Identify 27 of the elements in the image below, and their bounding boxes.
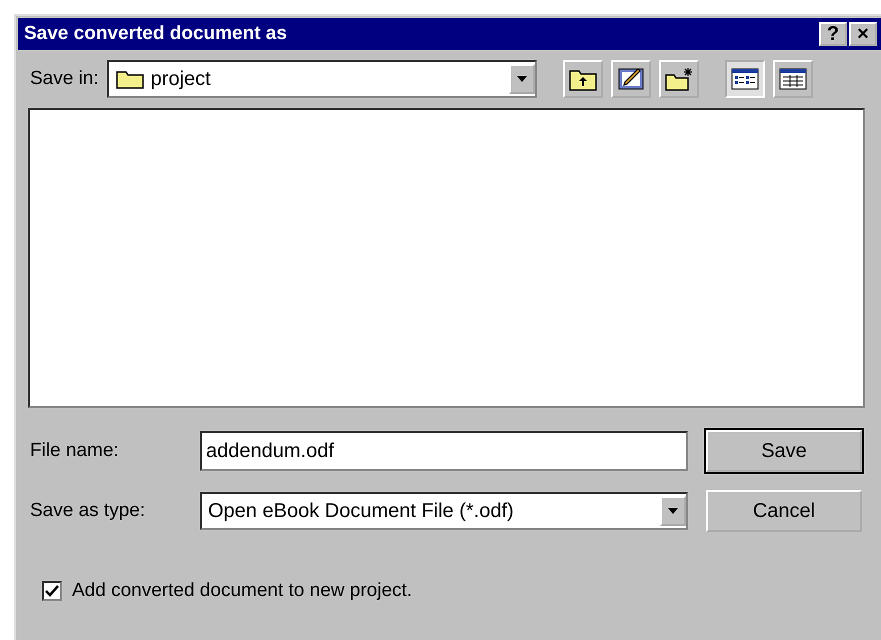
save-in-label: Save in: <box>30 68 99 90</box>
checkbox[interactable] <box>42 581 62 601</box>
toolbar-button[interactable] <box>724 60 765 98</box>
pencil-icon <box>616 66 646 92</box>
dropdown-arrow-icon <box>667 507 679 515</box>
file-name-label: File name: <box>30 440 120 462</box>
toolbar-button[interactable] <box>610 60 651 98</box>
new-folder-icon <box>664 66 694 92</box>
checkmark-icon <box>45 584 59 598</box>
details-view-icon <box>778 66 808 92</box>
file-name-field[interactable]: addendum.odf <box>200 431 688 471</box>
save-as-type-label: Save as type: <box>30 500 146 522</box>
close-button[interactable]: × <box>849 22 877 46</box>
dropdown-arrow-icon <box>516 75 528 83</box>
help-button[interactable]: ? <box>819 22 847 46</box>
toolbar-button[interactable] <box>562 60 603 98</box>
toolbar-button[interactable] <box>772 60 813 98</box>
list-view-icon <box>730 66 760 92</box>
save-button[interactable]: Save <box>706 430 862 472</box>
file-type-dropdown[interactable]: Open eBook Document File (*.odf) <box>200 492 688 530</box>
window-title: Save converted document as <box>24 23 288 45</box>
dropdown-button[interactable] <box>508 64 535 94</box>
checkbox-label: Add converted document to new project. <box>72 580 412 602</box>
dropdown-button[interactable] <box>660 496 686 526</box>
cancel-button[interactable]: Cancel <box>706 490 862 532</box>
toolbar-button[interactable] <box>658 60 699 98</box>
save-in-dropdown[interactable]: project <box>106 60 537 98</box>
